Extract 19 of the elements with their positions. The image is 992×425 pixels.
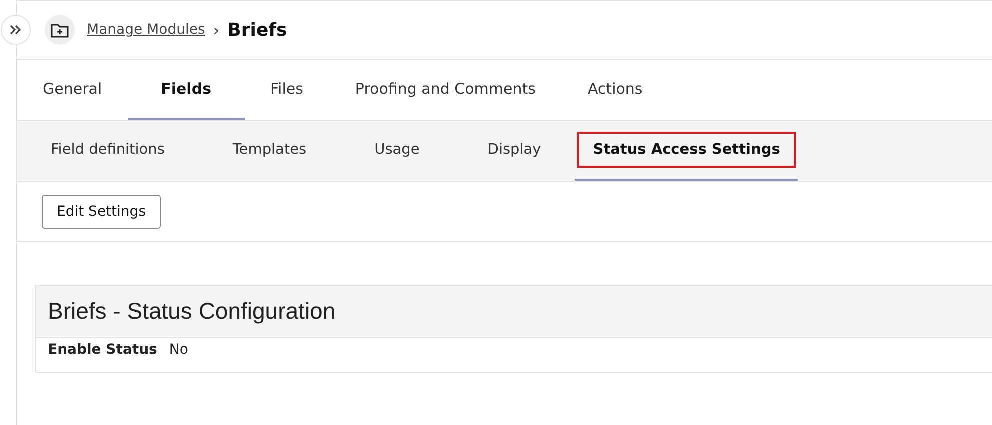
breadcrumb-link[interactable]: Manage Modules	[87, 22, 206, 38]
expand-button[interactable]	[1, 15, 31, 45]
tab[interactable]: General	[17, 60, 128, 120]
edit-settings-button[interactable]: Edit Settings	[42, 194, 161, 228]
subtab[interactable]: Usage	[340, 121, 454, 181]
field-label: Enable Status	[48, 342, 158, 358]
subtab[interactable]: Templates	[198, 121, 341, 181]
subtab[interactable]: Display	[454, 121, 576, 181]
tab[interactable]: Files	[244, 60, 330, 120]
panel-title: Briefs - Status Configuration	[36, 286, 992, 338]
field-value: No	[169, 342, 188, 358]
double-chevron-icon	[9, 24, 23, 36]
breadcrumb-separator: ›	[213, 20, 220, 40]
tab[interactable]: Proofing and Comments	[329, 60, 562, 120]
folder-plus-icon	[45, 15, 75, 45]
subtab[interactable]: Field definitions	[17, 121, 199, 181]
tab[interactable]: Actions	[562, 60, 669, 120]
subtab[interactable]: Status Access Settings	[575, 121, 798, 181]
page-title: Briefs	[228, 20, 288, 40]
